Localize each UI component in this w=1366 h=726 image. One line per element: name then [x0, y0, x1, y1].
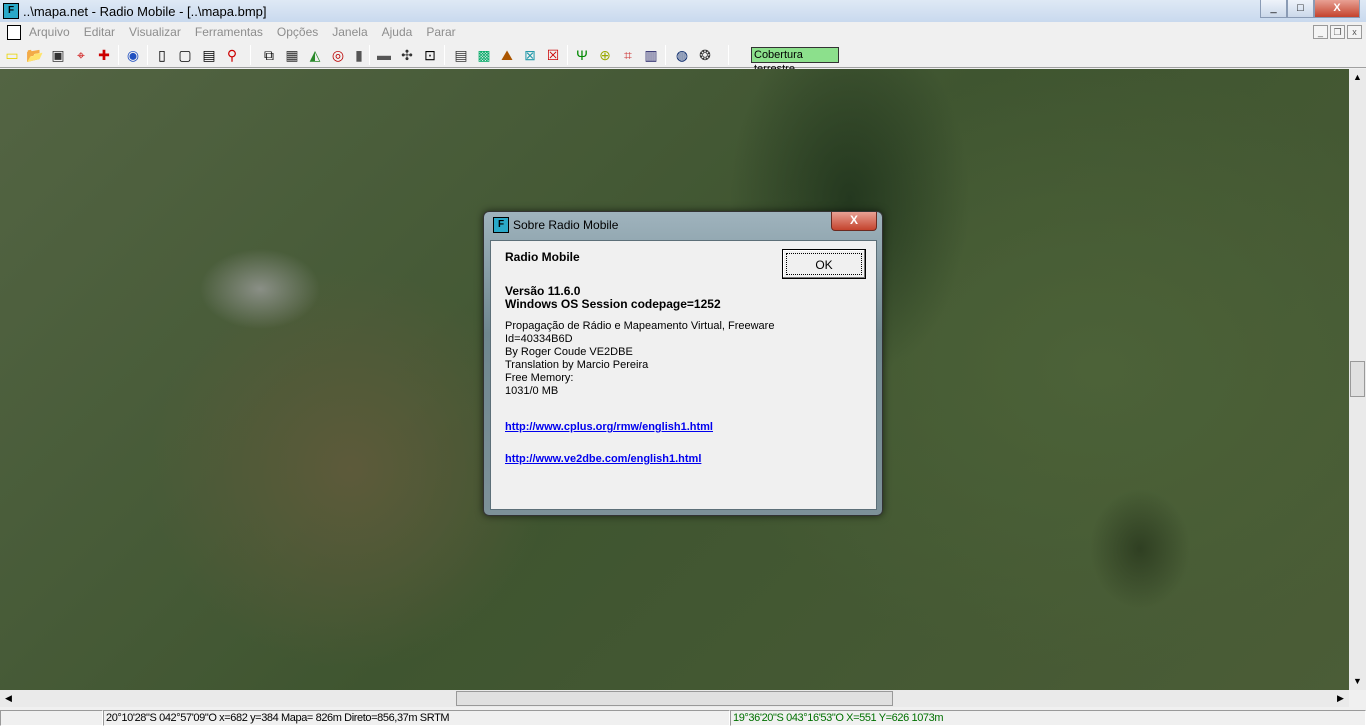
menu-bar: Arquivo Editar Visualizar Ferramentas Op…	[0, 22, 1366, 42]
gradient-icon[interactable]: ▮	[350, 46, 368, 64]
maximize-button[interactable]: □	[1287, 0, 1314, 18]
about-dialog: F Sobre Radio Mobile X OK Radio Mobile V…	[483, 211, 883, 516]
menu-editar[interactable]: Editar	[84, 25, 115, 39]
document-icon[interactable]	[7, 24, 21, 40]
add-unit-icon[interactable]: ✚	[95, 46, 113, 64]
mdi-close-button[interactable]: x	[1347, 25, 1362, 39]
toolbar-separator	[147, 45, 148, 65]
status-cursor-info: 20°10'28"S 042°57'09"O x=682 y=384 Mapa=…	[103, 710, 730, 726]
title-bar: F ..\mapa.net - Radio Mobile - [..\mapa.…	[0, 0, 1366, 22]
target-icon[interactable]: ◎	[329, 46, 347, 64]
vertical-scroll-thumb[interactable]	[1350, 361, 1365, 397]
mdi-restore-button[interactable]: ❐	[1330, 25, 1345, 39]
wireframe-icon[interactable]: ❂	[696, 46, 714, 64]
merge-icon[interactable]: ✣	[398, 46, 416, 64]
new-picture-icon[interactable]: ▯	[153, 46, 171, 64]
radio-link-icon[interactable]: ◉	[124, 46, 142, 64]
ok-label: OK	[786, 253, 862, 275]
unit-properties-icon[interactable]: ⚲	[223, 46, 241, 64]
info-line: By Roger Coude VE2DBE	[505, 346, 633, 358]
menu-ajuda[interactable]: Ajuda	[382, 25, 413, 39]
world-map-icon[interactable]: ▩	[475, 46, 493, 64]
scroll-up-arrow[interactable]: ▲	[1349, 69, 1366, 86]
toolbar-separator	[118, 45, 119, 65]
info-line: 1031/0 MB	[505, 385, 559, 397]
toolbar-separator	[728, 45, 729, 65]
info-line: Propagação de Rádio e Mapeamento Virtual…	[505, 320, 775, 332]
info-line: Id=40334B6D	[505, 333, 573, 345]
vertical-scrollbar[interactable]: ▲ ▼	[1349, 69, 1366, 690]
menu-visualizar[interactable]: Visualizar	[129, 25, 181, 39]
dialog-close-button[interactable]: X	[831, 212, 877, 231]
ok-button[interactable]: OK	[782, 249, 866, 279]
minimize-button[interactable]: _	[1260, 0, 1287, 18]
toolbar-separator	[444, 45, 445, 65]
session-info: Windows OS Session codepage=1252	[505, 297, 721, 311]
toolbar-separator	[665, 45, 666, 65]
menu-parar[interactable]: Parar	[426, 25, 455, 39]
copy-icon[interactable]: ⧉	[260, 46, 278, 64]
new-folder-icon[interactable]: ▭	[3, 46, 21, 64]
dialog-title: Sobre Radio Mobile	[513, 218, 619, 232]
dialog-app-icon: F	[493, 217, 509, 233]
network-properties-icon[interactable]: ⌖	[72, 46, 90, 64]
coverage-label: Cobertura terrestre	[751, 47, 839, 75]
selection-icon[interactable]: ⊠	[521, 46, 539, 64]
toolbar-separator	[250, 45, 251, 65]
table-icon[interactable]: ▤	[452, 46, 470, 64]
horizontal-scroll-thumb[interactable]	[456, 691, 893, 706]
coverage-icon[interactable]: ⊕	[596, 46, 614, 64]
globe-icon[interactable]: ◍	[673, 46, 691, 64]
scroll-left-arrow[interactable]: ◀	[0, 690, 17, 707]
toolbar-separator	[369, 45, 370, 65]
cplus-link[interactable]: http://www.cplus.org/rmw/english1.html	[505, 421, 862, 434]
status-reference-info: 19°36'20"S 043°16'53"O X=551 Y=626 1073m	[730, 710, 1366, 726]
close-button[interactable]: X	[1314, 0, 1360, 18]
open-folder-icon[interactable]: 📂	[26, 46, 44, 64]
route-icon[interactable]: ⌗	[619, 46, 637, 64]
spectrum-icon[interactable]: ▥	[642, 46, 660, 64]
horizontal-scrollbar[interactable]: ◀ ▶	[0, 690, 1349, 707]
antenna-icon[interactable]: Ψ	[573, 46, 591, 64]
app-icon: F	[3, 3, 19, 19]
status-bar: 20°10'28"S 042°57'09"O x=682 y=384 Mapa=…	[0, 709, 1366, 726]
save-picture-icon[interactable]: ▤	[200, 46, 218, 64]
fit-icon[interactable]: ⊡	[421, 46, 439, 64]
toolbar-separator	[567, 45, 568, 65]
cancel-selection-icon[interactable]: ☒	[544, 46, 562, 64]
ve2dbe-link[interactable]: http://www.ve2dbe.com/english1.html	[505, 453, 862, 466]
mdi-minimize-button[interactable]: _	[1313, 25, 1328, 39]
status-panel-empty	[0, 710, 103, 726]
save-icon[interactable]: ▣	[49, 46, 67, 64]
scroll-right-arrow[interactable]: ▶	[1332, 690, 1349, 707]
menu-janela[interactable]: Janela	[332, 25, 367, 39]
toolbar: Cobertura terrestre ▭ 📂 ▣ ⌖ ✚ ◉ ▯ ▢ ▤ ⚲ ⧉ ▦ ◭ ◎▮ ▬ ✣ ⊡ ▤ ▩…	[0, 42, 1366, 75]
map-properties-icon[interactable]: ◭	[306, 46, 324, 64]
info-line: Translation by Marcio Pereira	[505, 359, 649, 371]
scroll-down-arrow[interactable]: ▼	[1349, 673, 1366, 690]
menu-arquivo[interactable]: Arquivo	[29, 25, 70, 39]
window-title: ..\mapa.net - Radio Mobile - [..\mapa.bm…	[23, 3, 267, 19]
elevation-icon[interactable]: ⛰	[498, 46, 516, 64]
menu-ferramentas[interactable]: Ferramentas	[195, 25, 263, 39]
info-line: Free Memory:	[505, 372, 574, 384]
ruler-icon[interactable]: ▬	[375, 46, 393, 64]
open-picture-icon[interactable]: ▢	[176, 46, 194, 64]
paste-icon[interactable]: ▦	[283, 46, 301, 64]
menu-opcoes[interactable]: Opções	[277, 25, 318, 39]
